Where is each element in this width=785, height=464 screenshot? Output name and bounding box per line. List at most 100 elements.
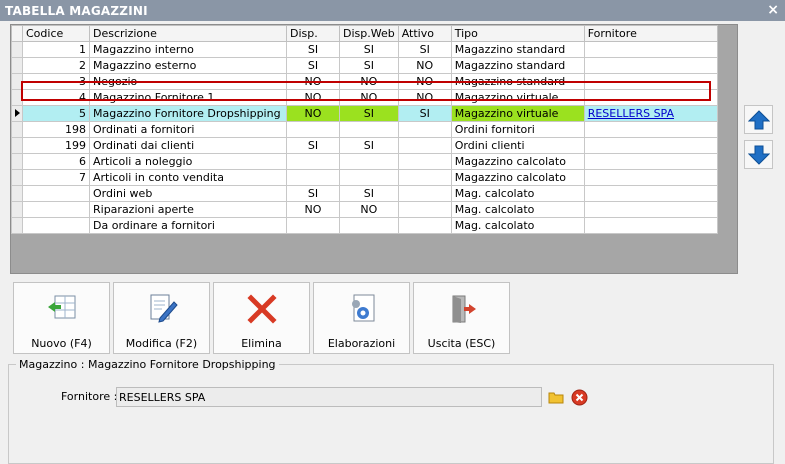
- cell-codice[interactable]: 3: [22, 73, 90, 90]
- cell-tipo[interactable]: Magazzino standard: [450, 73, 585, 90]
- cell-attivo[interactable]: NO: [397, 57, 452, 74]
- column-header-fornitore[interactable]: Fornitore: [583, 25, 718, 42]
- cell-dispweb[interactable]: [339, 169, 399, 186]
- cell-fornitore[interactable]: [583, 73, 718, 90]
- cell-fornitore[interactable]: [583, 57, 718, 74]
- cell-descrizione[interactable]: Articoli in conto vendita: [89, 169, 287, 186]
- edit-button[interactable]: Modifica (F2): [113, 282, 210, 354]
- supplier-field[interactable]: [116, 387, 542, 407]
- cell-tipo[interactable]: Mag. calcolato: [450, 185, 585, 202]
- exit-button[interactable]: Uscita (ESC): [413, 282, 510, 354]
- cell-fornitore[interactable]: RESELLERS SPA: [583, 105, 718, 122]
- cell-attivo[interactable]: NO: [397, 73, 452, 90]
- cell-attivo[interactable]: [397, 137, 452, 154]
- cell-codice[interactable]: [22, 217, 90, 234]
- cell-codice[interactable]: 2: [22, 57, 90, 74]
- row-indicator[interactable]: [11, 153, 23, 170]
- cell-disp[interactable]: [286, 153, 340, 170]
- cell-fornitore[interactable]: [583, 185, 718, 202]
- column-header-attivo[interactable]: Attivo: [397, 25, 452, 42]
- cell-descrizione[interactable]: Ordinati dai clienti: [89, 137, 287, 154]
- warehouse-grid[interactable]: Codice Descrizione Disp. Disp.Web Attivo…: [10, 24, 738, 274]
- cell-tipo[interactable]: Magazzino virtuale: [450, 89, 585, 106]
- cell-fornitore[interactable]: [583, 217, 718, 234]
- row-indicator[interactable]: [11, 169, 23, 186]
- table-row[interactable]: 198 Ordinati a fornitori Ordini fornitori: [11, 121, 718, 138]
- cell-codice[interactable]: [22, 201, 90, 218]
- cell-codice[interactable]: [22, 185, 90, 202]
- cell-attivo[interactable]: [397, 121, 452, 138]
- cell-dispweb[interactable]: SI: [339, 41, 399, 58]
- column-header-tipo[interactable]: Tipo: [450, 25, 585, 42]
- table-row[interactable]: 4 Magazzino Fornitore 1 NO NO NO Magazzino vi…: [11, 89, 718, 106]
- row-indicator[interactable]: [11, 201, 23, 218]
- cell-disp[interactable]: SI: [286, 185, 340, 202]
- table-row[interactable]: 199 Ordinati dai clienti SI SI Ordini client…: [11, 137, 718, 154]
- process-button[interactable]: Elaborazioni: [313, 282, 410, 354]
- cell-fornitore[interactable]: [583, 169, 718, 186]
- cell-descrizione[interactable]: Magazzino Fornitore Dropshipping: [89, 105, 287, 122]
- cell-tipo[interactable]: Mag. calcolato: [450, 217, 585, 234]
- new-button[interactable]: Nuovo (F4): [13, 282, 110, 354]
- cell-dispweb[interactable]: SI: [339, 185, 399, 202]
- cell-disp[interactable]: [286, 169, 340, 186]
- cell-descrizione[interactable]: Articoli a noleggio: [89, 153, 287, 170]
- cell-tipo[interactable]: Magazzino virtuale: [450, 105, 585, 122]
- row-indicator[interactable]: [11, 89, 23, 106]
- column-header-codice[interactable]: Codice: [22, 25, 90, 42]
- cell-codice[interactable]: 4: [22, 89, 90, 106]
- cell-descrizione[interactable]: Negozio: [89, 73, 287, 90]
- cell-dispweb[interactable]: NO: [339, 201, 399, 218]
- cell-dispweb[interactable]: SI: [339, 137, 399, 154]
- cell-dispweb[interactable]: [339, 217, 399, 234]
- cell-descrizione[interactable]: Magazzino Fornitore 1: [89, 89, 287, 106]
- cell-dispweb[interactable]: SI: [339, 105, 399, 122]
- browse-supplier-button[interactable]: [547, 388, 566, 407]
- cell-disp[interactable]: SI: [286, 57, 340, 74]
- row-indicator[interactable]: [11, 105, 23, 122]
- cell-fornitore[interactable]: [583, 153, 718, 170]
- cell-descrizione[interactable]: Ordinati a fornitori: [89, 121, 287, 138]
- cell-codice[interactable]: 6: [22, 153, 90, 170]
- cell-tipo[interactable]: Ordini clienti: [450, 137, 585, 154]
- cell-disp[interactable]: NO: [286, 201, 340, 218]
- cell-descrizione[interactable]: Riparazioni aperte: [89, 201, 287, 218]
- table-row-selected[interactable]: 5 Magazzino Fornitore Dropshipping NO SI SI M…: [11, 105, 718, 122]
- table-row[interactable]: 3 Negozio NO NO NO Magazzino standard: [11, 73, 718, 90]
- cell-attivo[interactable]: SI: [397, 41, 452, 58]
- cell-codice[interactable]: 1: [22, 41, 90, 58]
- cell-disp[interactable]: SI: [286, 41, 340, 58]
- cell-disp[interactable]: NO: [286, 73, 340, 90]
- cell-disp[interactable]: SI: [286, 137, 340, 154]
- cell-tipo[interactable]: Ordini fornitori: [450, 121, 585, 138]
- row-indicator[interactable]: [11, 137, 23, 154]
- row-indicator[interactable]: [11, 41, 23, 58]
- cell-dispweb[interactable]: [339, 153, 399, 170]
- close-icon[interactable]: ×: [767, 2, 779, 18]
- cell-tipo[interactable]: Magazzino calcolato: [450, 169, 585, 186]
- cell-codice[interactable]: 7: [22, 169, 90, 186]
- cell-disp[interactable]: NO: [286, 89, 340, 106]
- cell-attivo[interactable]: [397, 169, 452, 186]
- cell-tipo[interactable]: Mag. calcolato: [450, 201, 585, 218]
- cell-tipo[interactable]: Magazzino standard: [450, 57, 585, 74]
- clear-supplier-button[interactable]: [570, 388, 589, 407]
- cell-fornitore[interactable]: [583, 121, 718, 138]
- cell-disp[interactable]: NO: [286, 105, 340, 122]
- move-down-button[interactable]: [744, 140, 773, 169]
- cell-disp[interactable]: [286, 217, 340, 234]
- cell-descrizione[interactable]: Ordini web: [89, 185, 287, 202]
- column-header-disp[interactable]: Disp.: [286, 25, 340, 42]
- cell-attivo[interactable]: SI: [397, 105, 452, 122]
- cell-dispweb[interactable]: [339, 121, 399, 138]
- cell-attivo[interactable]: [397, 153, 452, 170]
- table-row[interactable]: 2 Magazzino esterno SI SI NO Magazzino standa…: [11, 57, 718, 74]
- cell-descrizione[interactable]: Da ordinare a fornitori: [89, 217, 287, 234]
- cell-descrizione[interactable]: Magazzino interno: [89, 41, 287, 58]
- cell-attivo[interactable]: [397, 217, 452, 234]
- row-indicator[interactable]: [11, 57, 23, 74]
- column-header-dispweb[interactable]: Disp.Web: [339, 25, 399, 42]
- row-indicator[interactable]: [11, 185, 23, 202]
- cell-attivo[interactable]: [397, 201, 452, 218]
- table-row[interactable]: 7 Articoli in conto vendita Magazzino calc…: [11, 169, 718, 186]
